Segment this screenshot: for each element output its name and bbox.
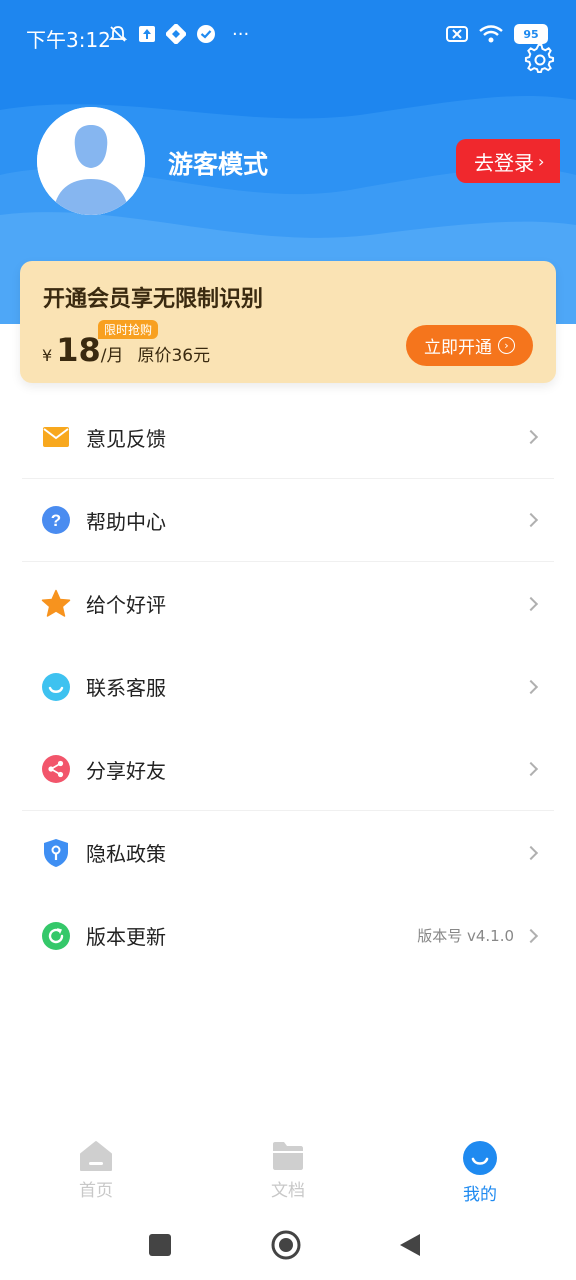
tab-label: 文档: [271, 1181, 305, 1201]
app-notification-icon: [166, 24, 186, 44]
mail-icon: [40, 421, 72, 453]
status-bar: 下午3:12 ··· 95: [0, 0, 576, 72]
vip-currency: ¥: [42, 346, 53, 365]
vip-promo-card[interactable]: 开通会员享无限制识别 限时抢购 ¥ 18 /月 原价36元 立即开通 ›: [20, 261, 556, 383]
menu-item-feedback[interactable]: 意见反馈: [22, 396, 554, 479]
chevron-right-icon: [523, 429, 539, 445]
status-time: 下午3:12: [26, 28, 111, 52]
help-icon: ?: [40, 504, 72, 536]
vip-title: 开通会员享无限制识别: [43, 287, 264, 312]
menu-item-label: 给个好评: [86, 593, 166, 617]
customer-service-icon: [40, 671, 72, 703]
battery-level: 95: [523, 27, 539, 41]
chevron-right-icon: [523, 845, 539, 860]
recent-apps-button[interactable]: [149, 1234, 171, 1256]
chevron-right-icon: [523, 596, 539, 611]
wifi-icon: [479, 25, 503, 43]
menu-item-label: 分享好友: [86, 758, 166, 783]
tab-mine[interactable]: 我的: [430, 1140, 530, 1205]
vip-price: ¥ 18 /月 原价36元: [42, 331, 210, 369]
chevron-right-icon: ›: [538, 151, 545, 171]
bottom-tab-bar: 首页 文档 我的: [0, 1130, 576, 1210]
chevron-right-icon: [523, 761, 539, 777]
upload-icon: [139, 26, 155, 42]
svg-text:?: ?: [51, 511, 61, 530]
login-button-label: 去登录: [474, 150, 534, 175]
battery-icon: 95: [514, 24, 548, 44]
back-button[interactable]: [400, 1234, 420, 1256]
menu-item-label: 隐私政策: [86, 842, 166, 866]
vip-original-price: 原价36元: [137, 346, 211, 366]
chevron-right-icon: [523, 512, 539, 528]
home-icon: [80, 1141, 112, 1171]
menu-item-label: 联系客服: [86, 676, 166, 700]
folder-icon: [273, 1142, 303, 1170]
menu-item-label: 版本更新: [86, 925, 166, 949]
tab-home[interactable]: 首页: [46, 1140, 146, 1201]
share-icon: [40, 753, 72, 785]
check-circle-icon: [197, 25, 215, 43]
more-notifications-icon: ···: [232, 24, 250, 45]
tab-label: 首页: [79, 1181, 113, 1201]
menu-item-label: 帮助中心: [86, 509, 166, 534]
shield-icon: [40, 837, 72, 869]
vip-activate-button[interactable]: 立即开通 ›: [406, 325, 533, 366]
menu-item-customer-service[interactable]: 联系客服: [22, 645, 554, 728]
avatar[interactable]: [37, 107, 145, 215]
login-button[interactable]: 去登录 ›: [456, 139, 560, 183]
menu-item-version-update[interactable]: 版本更新 版本号 v4.1.0: [22, 894, 554, 977]
tab-documents[interactable]: 文档: [238, 1140, 338, 1201]
home-button-dot: [279, 1238, 293, 1252]
menu-item-rate-us[interactable]: 给个好评: [22, 562, 554, 645]
chevron-circle-icon: ›: [498, 337, 515, 354]
profile-face-icon: [463, 1141, 497, 1175]
star-icon: [40, 588, 72, 620]
chevron-right-icon: [523, 928, 539, 943]
settings-gear-icon[interactable]: [524, 43, 556, 75]
default-avatar-icon: [37, 107, 145, 215]
user-name: 游客模式: [168, 150, 269, 179]
menu-item-label: 意见反馈: [86, 426, 166, 451]
tab-label: 我的: [463, 1185, 497, 1205]
system-navigation-bar: [0, 1218, 576, 1280]
refresh-icon: [40, 920, 72, 952]
settings-menu: 意见反馈 ? 帮助中心 给个好评 联系客服 分享好友 隐私政策 版本更新 版本号…: [22, 396, 554, 977]
menu-item-help-center[interactable]: ? 帮助中心: [22, 479, 554, 562]
vip-price-unit: /月: [100, 346, 124, 366]
vip-activate-label: 立即开通: [424, 338, 492, 358]
menu-item-share[interactable]: 分享好友: [22, 728, 554, 811]
chevron-right-icon: [523, 679, 539, 694]
vip-price-amount: 18: [56, 331, 101, 369]
status-notification-icons: ···: [108, 24, 250, 45]
no-sim-icon: [446, 26, 468, 42]
version-number: 版本号 v4.1.0: [417, 927, 514, 945]
status-system-icons: 95: [446, 24, 548, 44]
bell-muted-icon: [108, 26, 128, 42]
menu-item-privacy-policy[interactable]: 隐私政策: [22, 811, 554, 894]
